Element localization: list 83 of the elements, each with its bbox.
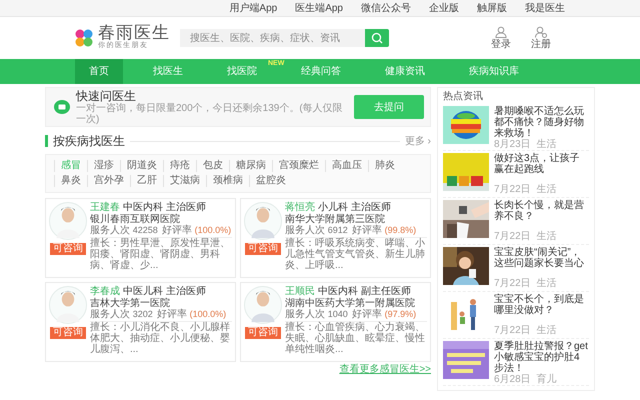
disease-tag[interactable]: 肺炎	[368, 160, 401, 172]
quick-ask-title: 快速问医生	[76, 89, 137, 103]
quick-ask-subtitle: 一对一咨询，每日限量200个，今日还剩余139个。(每人仅限一次)	[76, 103, 344, 125]
section-marker	[45, 135, 48, 147]
more-link[interactable]: 更多 ›	[404, 134, 431, 148]
search-field[interactable]: 搜医生、医院、疾病、症状、资讯	[180, 29, 365, 47]
consult-badge[interactable]: 可咨询	[245, 243, 281, 255]
hospital-name: 湖南中医药大学第一附属医院	[285, 298, 416, 309]
doctor-specialty: 擅长：呼吸系统病变、哮喘、小儿急性气管支气管炎、新生儿肺炎、上呼吸...	[285, 238, 426, 271]
hospital-name: 银川春雨互联网医院	[90, 214, 181, 225]
disease-tag[interactable]: 湿疹	[87, 160, 120, 172]
disease-tag[interactable]: 盆腔炎	[249, 175, 292, 187]
disease-tag[interactable]: 乙肝	[130, 175, 163, 187]
news-date: 6月28日	[494, 374, 531, 385]
service-count: 服务人次 1040	[285, 309, 348, 320]
doctor-title: 主治医师	[351, 202, 391, 214]
doctor-department: 小儿科	[318, 202, 348, 214]
disease-tag[interactable]: 包皮	[196, 160, 229, 172]
news-date: 7月22日	[494, 184, 531, 195]
top-link[interactable]: 医生端App	[295, 1, 343, 15]
consult-badge[interactable]: 可咨询	[50, 327, 86, 339]
news-date: 7月22日	[494, 231, 531, 242]
news-title[interactable]: 夏季肚肚拉警报？get小敏感宝宝的护肚4步法！	[494, 341, 589, 374]
disease-tag[interactable]: 宫颈糜烂	[272, 160, 325, 172]
news-date: 7月22日	[494, 278, 531, 289]
news-title[interactable]: 宝宝不长个，到底是哪里没做对？	[494, 294, 589, 316]
news-category: 生活	[536, 231, 557, 242]
consult-badge[interactable]: 可咨询	[245, 327, 281, 339]
search-button[interactable]	[365, 29, 389, 47]
news-category: 生活	[536, 278, 557, 289]
hospital-name: 南华大学附属第三医院	[285, 214, 386, 225]
nav-tab[interactable]: 首页	[75, 59, 123, 84]
news-category: 生活	[536, 139, 557, 150]
search-icon	[372, 32, 382, 44]
top-link[interactable]: 微信公众号	[361, 1, 411, 15]
rating: 好评率 (99.8%)	[352, 225, 416, 236]
doctor-department: 中医儿科	[123, 286, 163, 298]
doctor-department: 中医内科	[123, 202, 163, 214]
news-category: 生活	[536, 184, 557, 195]
section-title: 按疾病找医生	[53, 132, 125, 150]
chat-icon	[54, 100, 70, 114]
rating: 好评率 (100.0%)	[156, 309, 226, 320]
logo-icon[interactable]	[75, 29, 93, 47]
news-date: 7月22日	[494, 325, 531, 336]
news-title[interactable]: 做好这3点，让孩子赢在起跑线	[494, 153, 589, 175]
disease-tag[interactable]: 高血压	[325, 160, 368, 172]
doctor-specialty: 擅长：心血管疾病、心力衰竭、失眠、心肌缺血、眩晕症、慢性单纯性咽炎...	[285, 322, 426, 355]
disease-tag[interactable]: 艾滋病	[163, 175, 206, 187]
top-link[interactable]: 企业版	[429, 1, 459, 15]
top-link[interactable]: 触屏版	[477, 1, 507, 15]
rating: 好评率 (97.9%)	[352, 309, 416, 320]
disease-tag[interactable]: 痔疮	[163, 160, 196, 172]
doctor-title: 主治医师	[166, 202, 206, 214]
news-title[interactable]: 暑期嗓喉不适怎么玩都不痛快？随身好物来救场！	[494, 106, 589, 139]
news-heading: 热点资讯	[443, 90, 484, 104]
disease-tag[interactable]: 宫外孕	[87, 175, 130, 187]
doctor-title: 副主任医师	[361, 286, 411, 298]
news-title[interactable]: 宝宝皮肤“闹关记”，这些问题家长要当心	[494, 247, 589, 269]
user-link[interactable]: 登录	[491, 26, 511, 50]
user-icon	[496, 26, 506, 38]
doctor-title: 主治医师	[166, 286, 206, 298]
user-add-icon	[535, 26, 547, 38]
disease-tag[interactable]: 颈椎病	[206, 175, 249, 187]
news-title[interactable]: 长肉长个慢，就是营养不良？	[494, 200, 589, 222]
top-link[interactable]: 用户端App	[229, 1, 278, 15]
rating: 好评率 (100.0%)	[162, 225, 232, 236]
logo-text[interactable]: 春雨医生	[98, 24, 170, 42]
doctor-specialty: 擅长：男性早泄、原发性早泄、阳痿、肾阳虚、肾阴虚、男科病、肾虚、少...	[90, 238, 231, 271]
top-link[interactable]: 我是医生	[525, 1, 565, 15]
disease-tag[interactable]: 阴道炎	[120, 160, 163, 172]
disease-tag[interactable]: 糖尿病	[229, 160, 272, 172]
service-count: 服务人次 6912	[285, 225, 348, 236]
news-category: 生活	[536, 325, 557, 336]
consult-badge[interactable]: 可咨询	[50, 243, 86, 255]
news-date: 8月23日	[494, 139, 531, 150]
service-count: 服务人次 42258	[90, 225, 158, 236]
hospital-name: 吉林大学第一医院	[90, 298, 171, 309]
news-category: 育儿	[536, 374, 557, 385]
service-count: 服务人次 3202	[90, 309, 153, 320]
user-link[interactable]: 注册	[531, 26, 551, 50]
disease-tag[interactable]: 鼻炎	[54, 175, 87, 187]
doctor-specialty: 擅长：小儿消化不良、小儿腺样体肥大、抽动症、小儿便秘、婴儿腹泻、...	[90, 322, 231, 355]
doctor-department: 中医内科	[318, 286, 358, 298]
